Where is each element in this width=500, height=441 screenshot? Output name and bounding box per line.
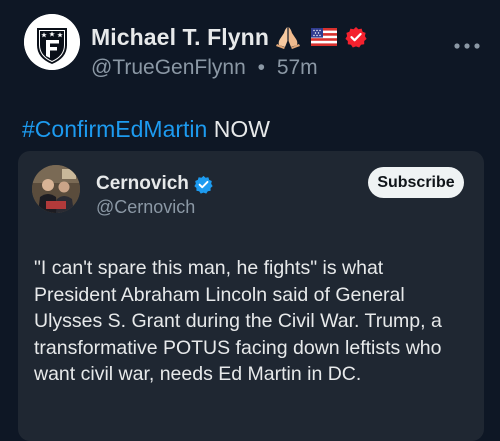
post-text-rest: NOW — [207, 116, 270, 142]
quoted-text-line: transformative POTUS facing down leftist… — [34, 336, 442, 359]
author-avatar[interactable] — [24, 14, 80, 70]
quoted-text-line: want civil war, needs Ed Martin in DC. — [34, 363, 362, 385]
quoted-author-name[interactable]: Cernovich — [96, 173, 189, 195]
verified-badge-icon[interactable] — [345, 26, 367, 48]
quoted-text-line: President Abraham Lincoln said of Genera… — [34, 283, 405, 306]
quoted-author-handle[interactable]: @Cernovich — [96, 197, 195, 218]
quoted-post-text: "I can't spare this man, he fights" is w… — [34, 255, 474, 388]
folded-hands-icon — [275, 25, 301, 49]
author-handle[interactable]: @TrueGenFlynn — [91, 56, 246, 79]
author-name-row: Michael T. Flynn — [91, 24, 367, 50]
subscribe-button[interactable]: Subscribe — [368, 167, 464, 198]
hashtag-link[interactable]: #ConfirmEdMartin — [22, 116, 207, 142]
quoted-author-name-row: Cernovich — [96, 173, 213, 195]
post: Michael T. Flynn @TrueGenFlynn • 57m #Co… — [0, 0, 500, 441]
author-name[interactable]: Michael T. Flynn — [91, 24, 269, 51]
more-options-icon[interactable] — [452, 38, 482, 49]
author-meta: @TrueGenFlynn • 57m — [91, 56, 318, 80]
us-flag-icon — [310, 28, 337, 46]
quoted-text-line: "I can't spare this man, he fights" is w… — [34, 257, 384, 279]
quoted-author-avatar[interactable] — [32, 165, 80, 213]
post-time[interactable]: 57m — [277, 56, 318, 79]
meta-separator: • — [257, 56, 265, 79]
post-text: #ConfirmEdMartin NOW — [22, 116, 270, 143]
quoted-post-card[interactable]: Cernovich @Cernovich Subscribe "I can't … — [18, 151, 484, 441]
verified-check-icon — [194, 175, 213, 194]
quoted-text-line: Ulysses S. Grant during the Civil War. T… — [34, 310, 442, 332]
